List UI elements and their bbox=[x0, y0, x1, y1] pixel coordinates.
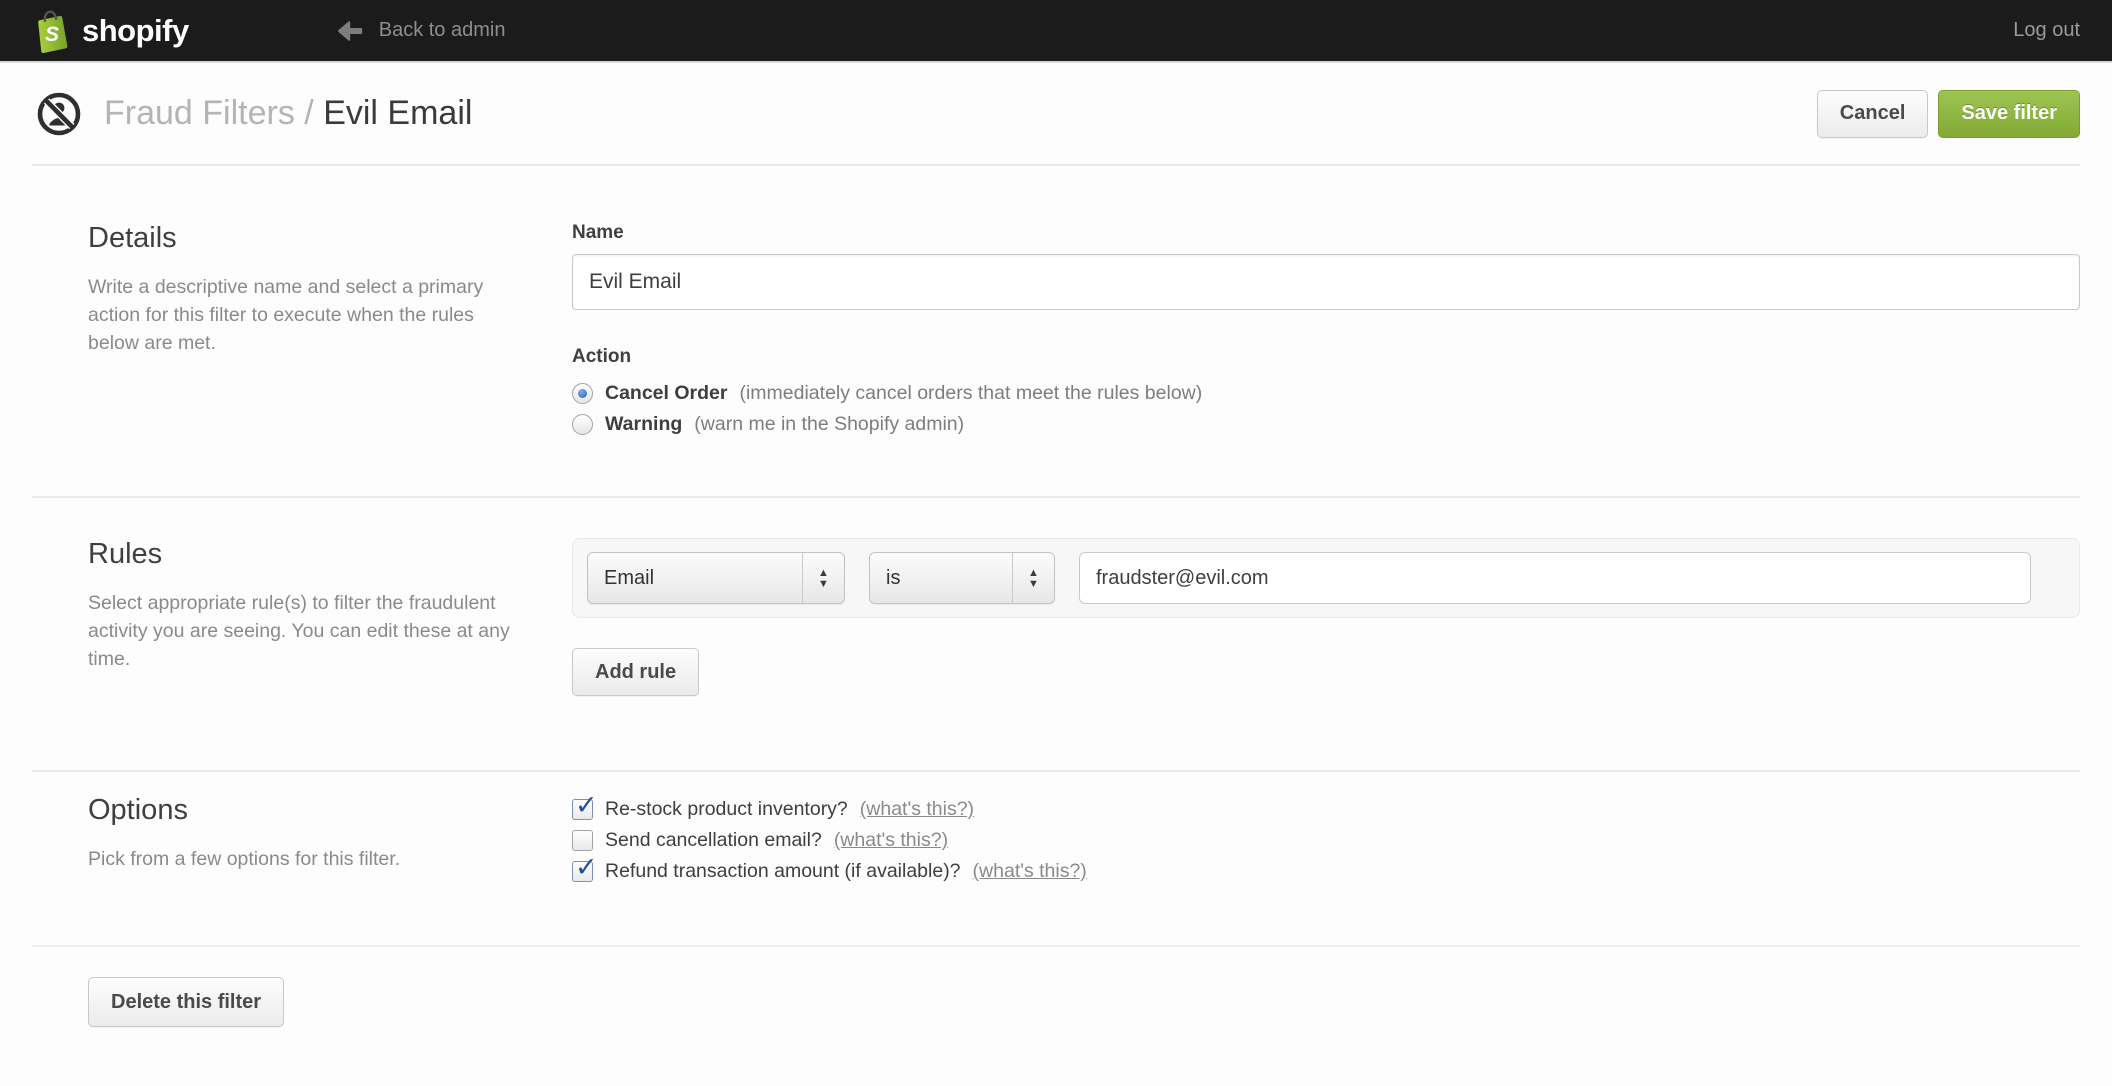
rule-value-input[interactable] bbox=[1079, 552, 2031, 604]
radio-warning[interactable] bbox=[572, 414, 593, 435]
svg-text:S: S bbox=[45, 23, 59, 46]
name-label: Name bbox=[572, 222, 2080, 244]
rules-form: Email ▲▼ is ▲▼ Add rule bbox=[572, 538, 2080, 696]
header-actions: Cancel Save filter bbox=[1817, 90, 2080, 138]
options-list: Re-stock product inventory? (what's this… bbox=[572, 794, 2080, 887]
breadcrumb[interactable]: Fraud Filters bbox=[104, 94, 295, 132]
action-warning-label: Warning bbox=[605, 413, 682, 436]
topbar: S shopify Back to admin Log out bbox=[0, 0, 2112, 63]
back-to-admin-link[interactable]: Back to admin bbox=[337, 19, 506, 42]
back-to-admin-label: Back to admin bbox=[379, 19, 506, 42]
option-cancellation-email[interactable]: Send cancellation email? (what's this?) bbox=[572, 825, 2080, 856]
rule-operator-select[interactable]: is ▲▼ bbox=[869, 552, 1055, 604]
details-form: Name Action Cancel Order (immediately ca… bbox=[572, 222, 2080, 440]
action-option-warning[interactable]: Warning (warn me in the Shopify admin) bbox=[572, 409, 2080, 440]
option-cancellation-email-label: Send cancellation email? bbox=[605, 829, 822, 852]
add-rule-button[interactable]: Add rule bbox=[572, 648, 699, 696]
option-refund-label: Refund transaction amount (if available)… bbox=[605, 860, 961, 883]
rule-row: Email ▲▼ is ▲▼ bbox=[572, 538, 2080, 618]
page-title-current: Evil Email bbox=[323, 94, 472, 132]
name-input[interactable] bbox=[572, 254, 2080, 310]
logout-link[interactable]: Log out bbox=[2013, 19, 2080, 42]
options-intro: Options Pick from a few options for this… bbox=[88, 794, 572, 887]
delete-filter-button[interactable]: Delete this filter bbox=[88, 977, 284, 1027]
cancel-button[interactable]: Cancel bbox=[1817, 90, 1929, 138]
rule-field-select[interactable]: Email ▲▼ bbox=[587, 552, 845, 604]
action-option-cancel-order[interactable]: Cancel Order (immediately cancel orders … bbox=[572, 378, 2080, 409]
action-warning-hint: (warn me in the Shopify admin) bbox=[694, 413, 964, 436]
page-footer: Delete this filter bbox=[0, 947, 2112, 1027]
action-label: Action bbox=[572, 346, 2080, 368]
checkbox-restock[interactable] bbox=[572, 799, 593, 820]
option-refund-whats-this-link[interactable]: (what's this?) bbox=[973, 860, 1087, 883]
fraud-filter-icon bbox=[36, 91, 82, 137]
option-cancellation-whats-this-link[interactable]: (what's this?) bbox=[834, 829, 948, 852]
details-section: Details Write a descriptive name and sel… bbox=[0, 166, 2112, 496]
shopify-wordmark: shopify bbox=[82, 13, 189, 49]
option-restock-label: Re-stock product inventory? bbox=[605, 798, 848, 821]
shopify-bag-icon: S bbox=[32, 9, 70, 53]
rules-description: Select appropriate rule(s) to filter the… bbox=[88, 589, 518, 673]
action-cancel-order-hint: (immediately cancel orders that meet the… bbox=[739, 382, 1202, 405]
details-heading: Details bbox=[88, 222, 572, 255]
action-cancel-order-label: Cancel Order bbox=[605, 382, 727, 405]
details-intro: Details Write a descriptive name and sel… bbox=[88, 222, 572, 440]
option-refund[interactable]: Refund transaction amount (if available)… bbox=[572, 856, 2080, 887]
options-heading: Options bbox=[88, 794, 572, 827]
checkbox-cancellation-email[interactable] bbox=[572, 830, 593, 851]
breadcrumb-separator: / bbox=[304, 94, 313, 132]
select-stepper-icon: ▲▼ bbox=[802, 553, 844, 603]
select-stepper-icon: ▲▼ bbox=[1012, 553, 1054, 603]
back-arrow-icon bbox=[337, 20, 363, 42]
rules-section: Rules Select appropriate rule(s) to filt… bbox=[0, 498, 2112, 770]
rule-operator-value: is bbox=[886, 567, 900, 590]
option-restock[interactable]: Re-stock product inventory? (what's this… bbox=[572, 794, 2080, 825]
rules-intro: Rules Select appropriate rule(s) to filt… bbox=[88, 538, 572, 696]
option-restock-whats-this-link[interactable]: (what's this?) bbox=[860, 798, 974, 821]
page-header: Fraud Filters / Evil Email Cancel Save f… bbox=[0, 63, 2112, 164]
page-title: Fraud Filters / Evil Email bbox=[104, 94, 472, 133]
rules-heading: Rules bbox=[88, 538, 572, 571]
options-description: Pick from a few options for this filter. bbox=[88, 845, 518, 873]
options-section: Options Pick from a few options for this… bbox=[0, 772, 2112, 945]
radio-cancel-order[interactable] bbox=[572, 383, 593, 404]
details-description: Write a descriptive name and select a pr… bbox=[88, 273, 518, 357]
shopify-logo[interactable]: S shopify bbox=[32, 9, 189, 53]
rule-field-value: Email bbox=[604, 567, 654, 590]
save-filter-button[interactable]: Save filter bbox=[1938, 90, 2080, 138]
checkbox-refund[interactable] bbox=[572, 861, 593, 882]
